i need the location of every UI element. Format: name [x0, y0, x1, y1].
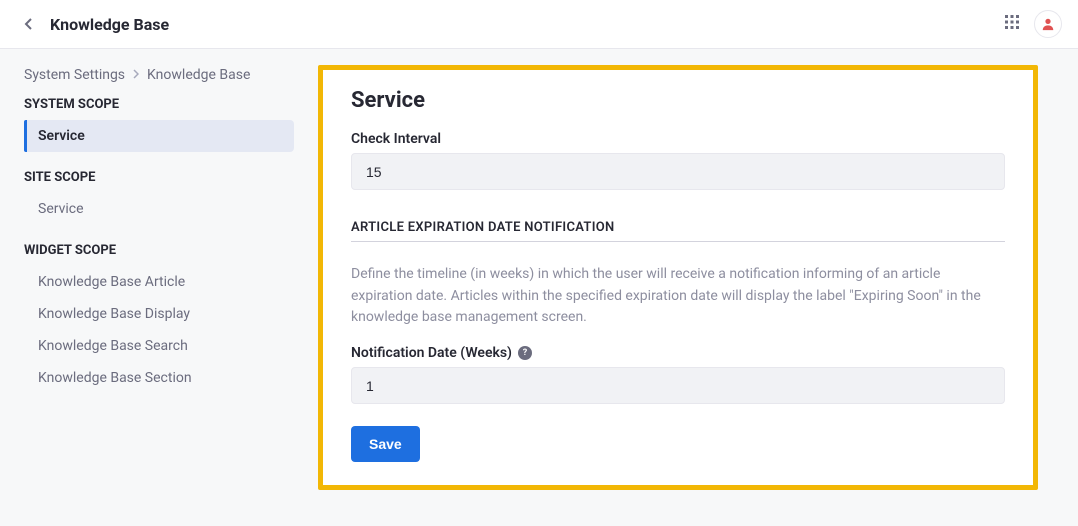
sidebar-item-kb-search[interactable]: Knowledge Base Search — [24, 330, 294, 362]
sidebar-item-label: Service — [38, 128, 85, 144]
section-description: Define the timeline (in weeks) in which … — [351, 264, 1005, 329]
sidebar-item-label: Knowledge Base Search — [38, 338, 188, 354]
back-button[interactable] — [16, 12, 40, 36]
settings-panel: Service Check Interval ARTICLE EXPIRATIO… — [318, 65, 1038, 490]
save-button[interactable]: Save — [351, 426, 420, 462]
nav-list-widget: Knowledge Base Article Knowledge Base Di… — [24, 266, 294, 394]
content: System Settings Knowledge Base SYSTEM SC… — [0, 49, 1078, 526]
sidebar-item-service-site[interactable]: Service — [24, 193, 294, 225]
user-icon — [1041, 17, 1055, 31]
chevron-left-icon — [24, 17, 33, 31]
help-icon[interactable]: ? — [518, 346, 532, 360]
chevron-right-icon — [133, 69, 139, 82]
sidebar-item-kb-display[interactable]: Knowledge Base Display — [24, 298, 294, 330]
apps-icon[interactable] — [1004, 14, 1020, 34]
sidebar-item-label: Knowledge Base Article — [38, 274, 185, 290]
sidebar-item-kb-section[interactable]: Knowledge Base Section — [24, 362, 294, 394]
sidebar-item-label: Service — [38, 201, 84, 217]
scope-title-site: SITE SCOPE — [24, 170, 294, 185]
sidebar-item-label: Knowledge Base Display — [38, 306, 190, 322]
sidebar-item-kb-article[interactable]: Knowledge Base Article — [24, 266, 294, 298]
breadcrumb-root[interactable]: System Settings — [24, 67, 125, 83]
main: Service Check Interval ARTICLE EXPIRATIO… — [318, 49, 1078, 526]
topbar: Knowledge Base — [0, 0, 1078, 49]
sidebar-item-service-system[interactable]: Service — [24, 120, 294, 152]
section-heading: ARTICLE EXPIRATION DATE NOTIFICATION — [351, 220, 1005, 242]
sidebar-item-label: Knowledge Base Section — [38, 370, 192, 386]
nav-list-system: Service — [24, 120, 294, 152]
breadcrumb: System Settings Knowledge Base — [24, 67, 294, 83]
notification-date-input[interactable] — [351, 367, 1005, 404]
notification-date-label-text: Notification Date (Weeks) — [351, 345, 512, 361]
sidebar: System Settings Knowledge Base SYSTEM SC… — [0, 49, 318, 526]
user-avatar[interactable] — [1034, 10, 1062, 38]
nav-list-site: Service — [24, 193, 294, 225]
check-interval-input[interactable] — [351, 153, 1005, 190]
page-title: Knowledge Base — [50, 15, 169, 34]
topbar-right — [1004, 10, 1062, 38]
breadcrumb-current: Knowledge Base — [147, 67, 250, 83]
notification-date-label: Notification Date (Weeks) ? — [351, 345, 1005, 361]
panel-title: Service — [351, 88, 1005, 113]
check-interval-label: Check Interval — [351, 131, 1005, 147]
scope-title-widget: WIDGET SCOPE — [24, 243, 294, 258]
scope-title-system: SYSTEM SCOPE — [24, 97, 294, 112]
